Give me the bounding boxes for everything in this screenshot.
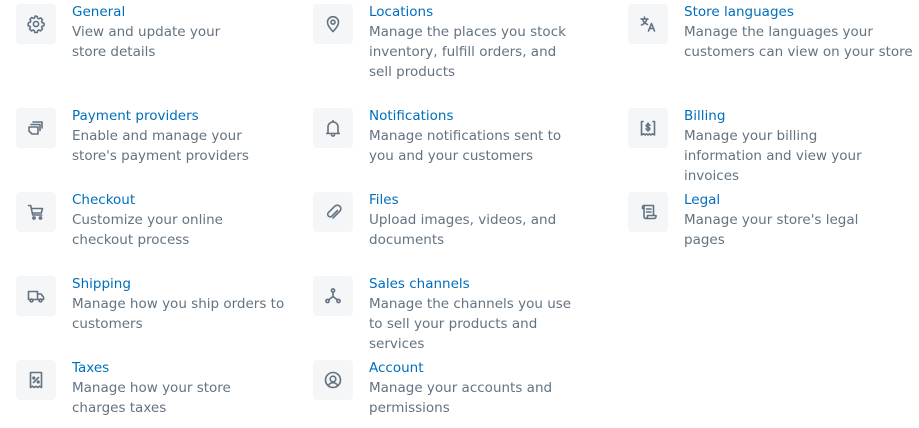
settings-item-shipping[interactable]: Shipping Manage how you ship orders to c… [16,276,286,334]
payment-icon [16,108,56,148]
settings-item-title[interactable]: General [72,2,256,22]
settings-item-title[interactable]: Files [369,190,583,210]
settings-item-title[interactable]: Sales channels [369,274,583,294]
truck-icon [16,276,56,316]
settings-item-description: View and update your store details [72,24,221,60]
translate-icon [628,4,668,44]
location-pin-icon [313,4,353,44]
settings-item-text: Taxes Manage how your store charges taxe… [72,360,286,418]
settings-item-title[interactable]: Account [369,358,583,378]
settings-item-text: Shipping Manage how you ship orders to c… [72,276,286,334]
settings-item-description: Manage notifications sent to you and you… [369,128,562,164]
settings-item-title[interactable]: Billing [684,106,898,126]
settings-item-sales-channels[interactable]: Sales channels Manage the channels you u… [313,276,583,354]
settings-item-text: Notifications Manage notifications sent … [369,108,583,166]
billing-icon [628,108,668,148]
settings-item-description: Manage the places you stock inventory, f… [369,24,566,80]
settings-item-files[interactable]: Files Upload images, videos, and documen… [313,192,583,250]
settings-item-checkout[interactable]: Checkout Customize your online checkout … [16,192,286,250]
settings-item-description: Upload images, videos, and documents [369,212,557,248]
settings-item-billing[interactable]: Billing Manage your billing information … [628,108,898,186]
settings-item-text: Sales channels Manage the channels you u… [369,276,583,354]
settings-item-text: Legal Manage your store's legal pages [684,192,898,250]
settings-item-title[interactable]: Locations [369,2,573,22]
legal-document-icon [628,192,668,232]
settings-item-title[interactable]: Store languages [684,2,918,22]
settings-item-locations[interactable]: Locations Manage the places you stock in… [313,4,573,82]
settings-item-legal[interactable]: Legal Manage your store's legal pages [628,192,898,250]
settings-item-description: Manage the languages your customers can … [684,24,913,60]
settings-item-text: Locations Manage the places you stock in… [369,4,573,82]
settings-item-text: Billing Manage your billing information … [684,108,898,186]
settings-item-title[interactable]: Shipping [72,274,286,294]
settings-item-text: Files Upload images, videos, and documen… [369,192,583,250]
settings-item-text: Payment providers Enable and manage your… [72,108,286,166]
settings-item-description: Manage how you ship orders to customers [72,296,285,332]
settings-item-title[interactable]: Payment providers [72,106,286,126]
settings-item-text: Account Manage your accounts and permiss… [369,360,583,418]
settings-item-description: Manage how your store charges taxes [72,380,231,416]
settings-item-description: Manage your store's legal pages [684,212,859,248]
settings-grid: General View and update your store detai… [0,0,919,428]
settings-item-payment-providers[interactable]: Payment providers Enable and manage your… [16,108,286,166]
channels-icon [313,276,353,316]
settings-item-description: Manage your billing information and view… [684,128,862,184]
settings-item-title[interactable]: Taxes [72,358,286,378]
settings-item-store-languages[interactable]: Store languages Manage the languages you… [628,4,918,62]
settings-item-taxes[interactable]: Taxes Manage how your store charges taxe… [16,360,286,418]
tax-receipt-icon [16,360,56,400]
settings-item-title[interactable]: Checkout [72,190,286,210]
paperclip-icon [313,192,353,232]
settings-item-notifications[interactable]: Notifications Manage notifications sent … [313,108,583,166]
cart-icon [16,192,56,232]
settings-item-description: Manage the channels you use to sell your… [369,296,572,352]
settings-item-text: General View and update your store detai… [72,4,256,62]
user-circle-icon [313,360,353,400]
settings-item-description: Enable and manage your store's payment p… [72,128,249,164]
settings-item-description: Customize your online checkout process [72,212,223,248]
settings-item-description: Manage your accounts and permissions [369,380,553,416]
settings-item-account[interactable]: Account Manage your accounts and permiss… [313,360,583,418]
settings-item-text: Checkout Customize your online checkout … [72,192,286,250]
settings-item-title[interactable]: Legal [684,190,898,210]
settings-item-title[interactable]: Notifications [369,106,583,126]
bell-icon [313,108,353,148]
settings-item-text: Store languages Manage the languages you… [684,4,918,62]
settings-item-general[interactable]: General View and update your store detai… [16,4,256,62]
gear-icon [16,4,56,44]
